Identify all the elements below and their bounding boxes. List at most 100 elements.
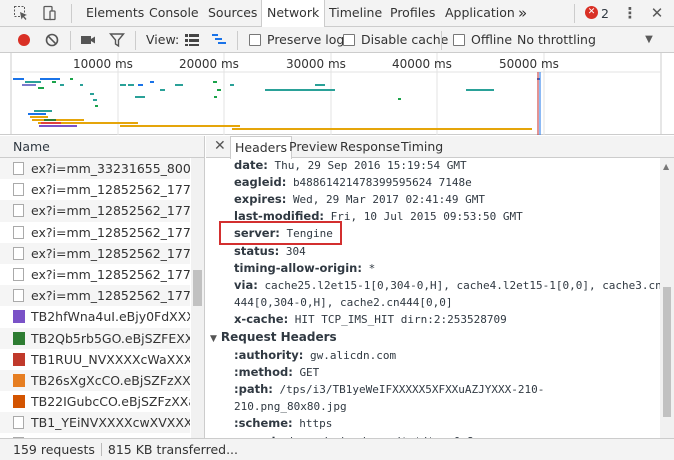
- record-icon[interactable]: [16, 32, 32, 48]
- request-row[interactable]: TB2hfWna4uI.eBjy0FdXXXg...: [0, 306, 190, 327]
- request-name: TB22IGubcCO.eBjSZFzXXaRi...: [31, 394, 190, 410]
- expand-triangle-icon[interactable]: ▼: [210, 334, 217, 344]
- tab-network[interactable]: Network: [261, 0, 326, 28]
- request-name: ex?i=mm_12852562_17780...: [31, 266, 190, 282]
- tab-timeline[interactable]: Timeline: [327, 0, 384, 27]
- tab-elements[interactable]: Elements: [84, 0, 146, 27]
- close-details-icon[interactable]: ✕: [214, 138, 226, 154]
- tab-headers[interactable]: Headers: [230, 136, 293, 159]
- header-value: b48861421478399595624 7148e: [292, 176, 472, 190]
- scroll-up-icon[interactable]: ▲: [663, 162, 669, 171]
- request-row[interactable]: TB1_YEiNVXXXXcwXVXXXX...: [0, 412, 190, 434]
- request-row[interactable]: ex?i=mm_12852562_17780...: [0, 222, 190, 243]
- filter-icon[interactable]: [109, 32, 125, 48]
- document-icon: [13, 267, 24, 281]
- header-value: https: [299, 417, 333, 431]
- tab-preview[interactable]: Preview: [285, 136, 342, 159]
- request-row[interactable]: ex?i=mm_12852562_17780...: [0, 264, 190, 285]
- checkbox-box[interactable]: [249, 34, 261, 46]
- request-row[interactable]: TB1RUU_NVXXXXcWaXXXX...: [0, 349, 190, 370]
- server-header-highlight: [219, 221, 342, 245]
- network-overview[interactable]: 10000 ms 20000 ms 30000 ms 40000 ms 5000…: [0, 53, 674, 135]
- device-mode-icon[interactable]: [41, 5, 57, 21]
- document-icon: [13, 162, 24, 175]
- error-icon[interactable]: ✕: [585, 6, 598, 19]
- preserve-log-checkbox[interactable]: Preserve log: [249, 27, 344, 52]
- response-header-line: eagleid: b48861421478399595624 7148e: [234, 175, 472, 190]
- request-name: ex?i=mm_12852562_17780...: [31, 245, 190, 261]
- request-row[interactable]: ex?i=mm_12852562_17780...: [0, 285, 190, 307]
- request-name: TB1RUU_NVXXXXcWaXXXX...: [31, 351, 190, 367]
- request-name: TB1_YEiNVXXXXcwXVXXXX...: [31, 415, 190, 431]
- disable-cache-label: Disable cache: [361, 32, 449, 47]
- header-value: Thu, 29 Sep 2016 15:19:54 GMT: [274, 159, 467, 172]
- offline-label: Offline: [471, 32, 513, 47]
- list-view-icon[interactable]: [184, 32, 200, 48]
- header-key: x-cache:: [234, 311, 289, 326]
- header-value: Wed, 29 Mar 2017 02:41:49 GMT: [292, 193, 485, 207]
- name-column-header[interactable]: Name: [0, 136, 204, 158]
- offline-checkbox[interactable]: Offline: [453, 27, 512, 52]
- checkbox-box[interactable]: [453, 34, 465, 46]
- tab-sources[interactable]: Sources: [206, 0, 259, 27]
- image-thumbnail-icon: [13, 352, 25, 366]
- throttling-select[interactable]: No throttling: [517, 27, 596, 52]
- header-key: timing-allow-origin:: [234, 260, 362, 275]
- tab-response[interactable]: Response: [336, 136, 404, 159]
- request-header-line: :scheme: https: [234, 416, 332, 431]
- clear-icon[interactable]: [44, 32, 60, 48]
- request-row[interactable]: TB22IGubcCO.eBjSZFzXXaRi...: [0, 391, 190, 412]
- response-header-line: status: 304: [234, 244, 306, 259]
- request-header-line: :authority: gw.alicdn.com: [234, 348, 396, 363]
- network-status-bar: 159 requests 815 KB transferred...: [0, 438, 674, 460]
- tab-timing[interactable]: Timing: [397, 136, 447, 159]
- overview-waterfall: [13, 78, 540, 130]
- request-row[interactable]: ex?i=mm_12852562_17780...: [0, 200, 190, 222]
- tab-profiles[interactable]: Profiles: [388, 0, 437, 27]
- response-header-line: timing-allow-origin: *: [234, 261, 375, 276]
- toolbar-divider: [70, 31, 71, 50]
- request-count: 159 requests: [13, 442, 95, 457]
- overview-tick-label: 20000 ms: [179, 57, 239, 71]
- request-row[interactable]: ex?i=mm_33231655_80000...: [0, 158, 190, 180]
- toolbar-divider: [574, 4, 575, 23]
- request-row[interactable]: TB2Qb5rb5GO.eBjSZFEXXcy...: [0, 327, 190, 349]
- image-thumbnail-icon: [13, 373, 25, 387]
- tab-application[interactable]: Application: [443, 0, 517, 27]
- checkbox-box[interactable]: [343, 34, 355, 46]
- camera-icon[interactable]: [80, 32, 96, 48]
- scrollbar-thumb[interactable]: [663, 287, 671, 417]
- request-row[interactable]: TB26sXgXcCO.eBjSZFzXXaRi...: [0, 369, 190, 392]
- request-headers-section-toggle[interactable]: ▼ Request Headers: [210, 330, 337, 347]
- request-row[interactable]: ex?i=mm_12852562_17780...: [0, 242, 190, 264]
- toolbar-divider: [237, 31, 238, 50]
- header-key: date:: [234, 158, 268, 172]
- overview-tick-label: 30000 ms: [286, 57, 346, 71]
- request-headers-title: Request Headers: [220, 330, 337, 344]
- response-header-line: x-cache: HIT TCP_IMS_HIT dirn:2:25352870…: [234, 312, 507, 327]
- request-name: TB2hfWna4uI.eBjy0FdXXXg...: [31, 309, 190, 325]
- inspect-element-icon[interactable]: [13, 5, 29, 21]
- request-name: ex?i=mm_12852562_17780...: [31, 182, 190, 198]
- details-scrollbar[interactable]: ▲: [660, 158, 674, 438]
- request-row[interactable]: ex?i=mm_12852562_17780...: [0, 179, 190, 200]
- close-icon[interactable]: ✕: [649, 5, 665, 21]
- overview-tick-label: 10000 ms: [73, 57, 133, 71]
- request-list-panel: Name ex?i=mm_33231655_80000... ex?i=mm_12…: [0, 136, 205, 438]
- toolbar-divider: [135, 31, 136, 50]
- waterfall-view-icon[interactable]: [211, 32, 227, 48]
- request-name: ex?i=mm_12852562_17780...: [31, 224, 190, 240]
- more-tabs-button[interactable]: »: [516, 0, 529, 27]
- scrollbar-thumb[interactable]: [193, 270, 202, 306]
- tab-console[interactable]: Console: [147, 0, 201, 27]
- response-header-line: date: Thu, 29 Sep 2016 15:19:54 GMT: [234, 158, 467, 173]
- toolbar-divider: [441, 31, 442, 50]
- error-count[interactable]: 2: [601, 0, 609, 27]
- document-icon: [13, 204, 24, 218]
- image-thumbnail-icon: [13, 395, 25, 409]
- dropdown-arrow-icon[interactable]: ▼: [641, 32, 657, 48]
- more-vert-icon[interactable]: ⋮: [622, 5, 638, 21]
- disable-cache-checkbox[interactable]: Disable cache: [343, 27, 448, 52]
- request-list-scrollbar[interactable]: [191, 158, 204, 438]
- overview-tick-label: 50000 ms: [499, 57, 559, 71]
